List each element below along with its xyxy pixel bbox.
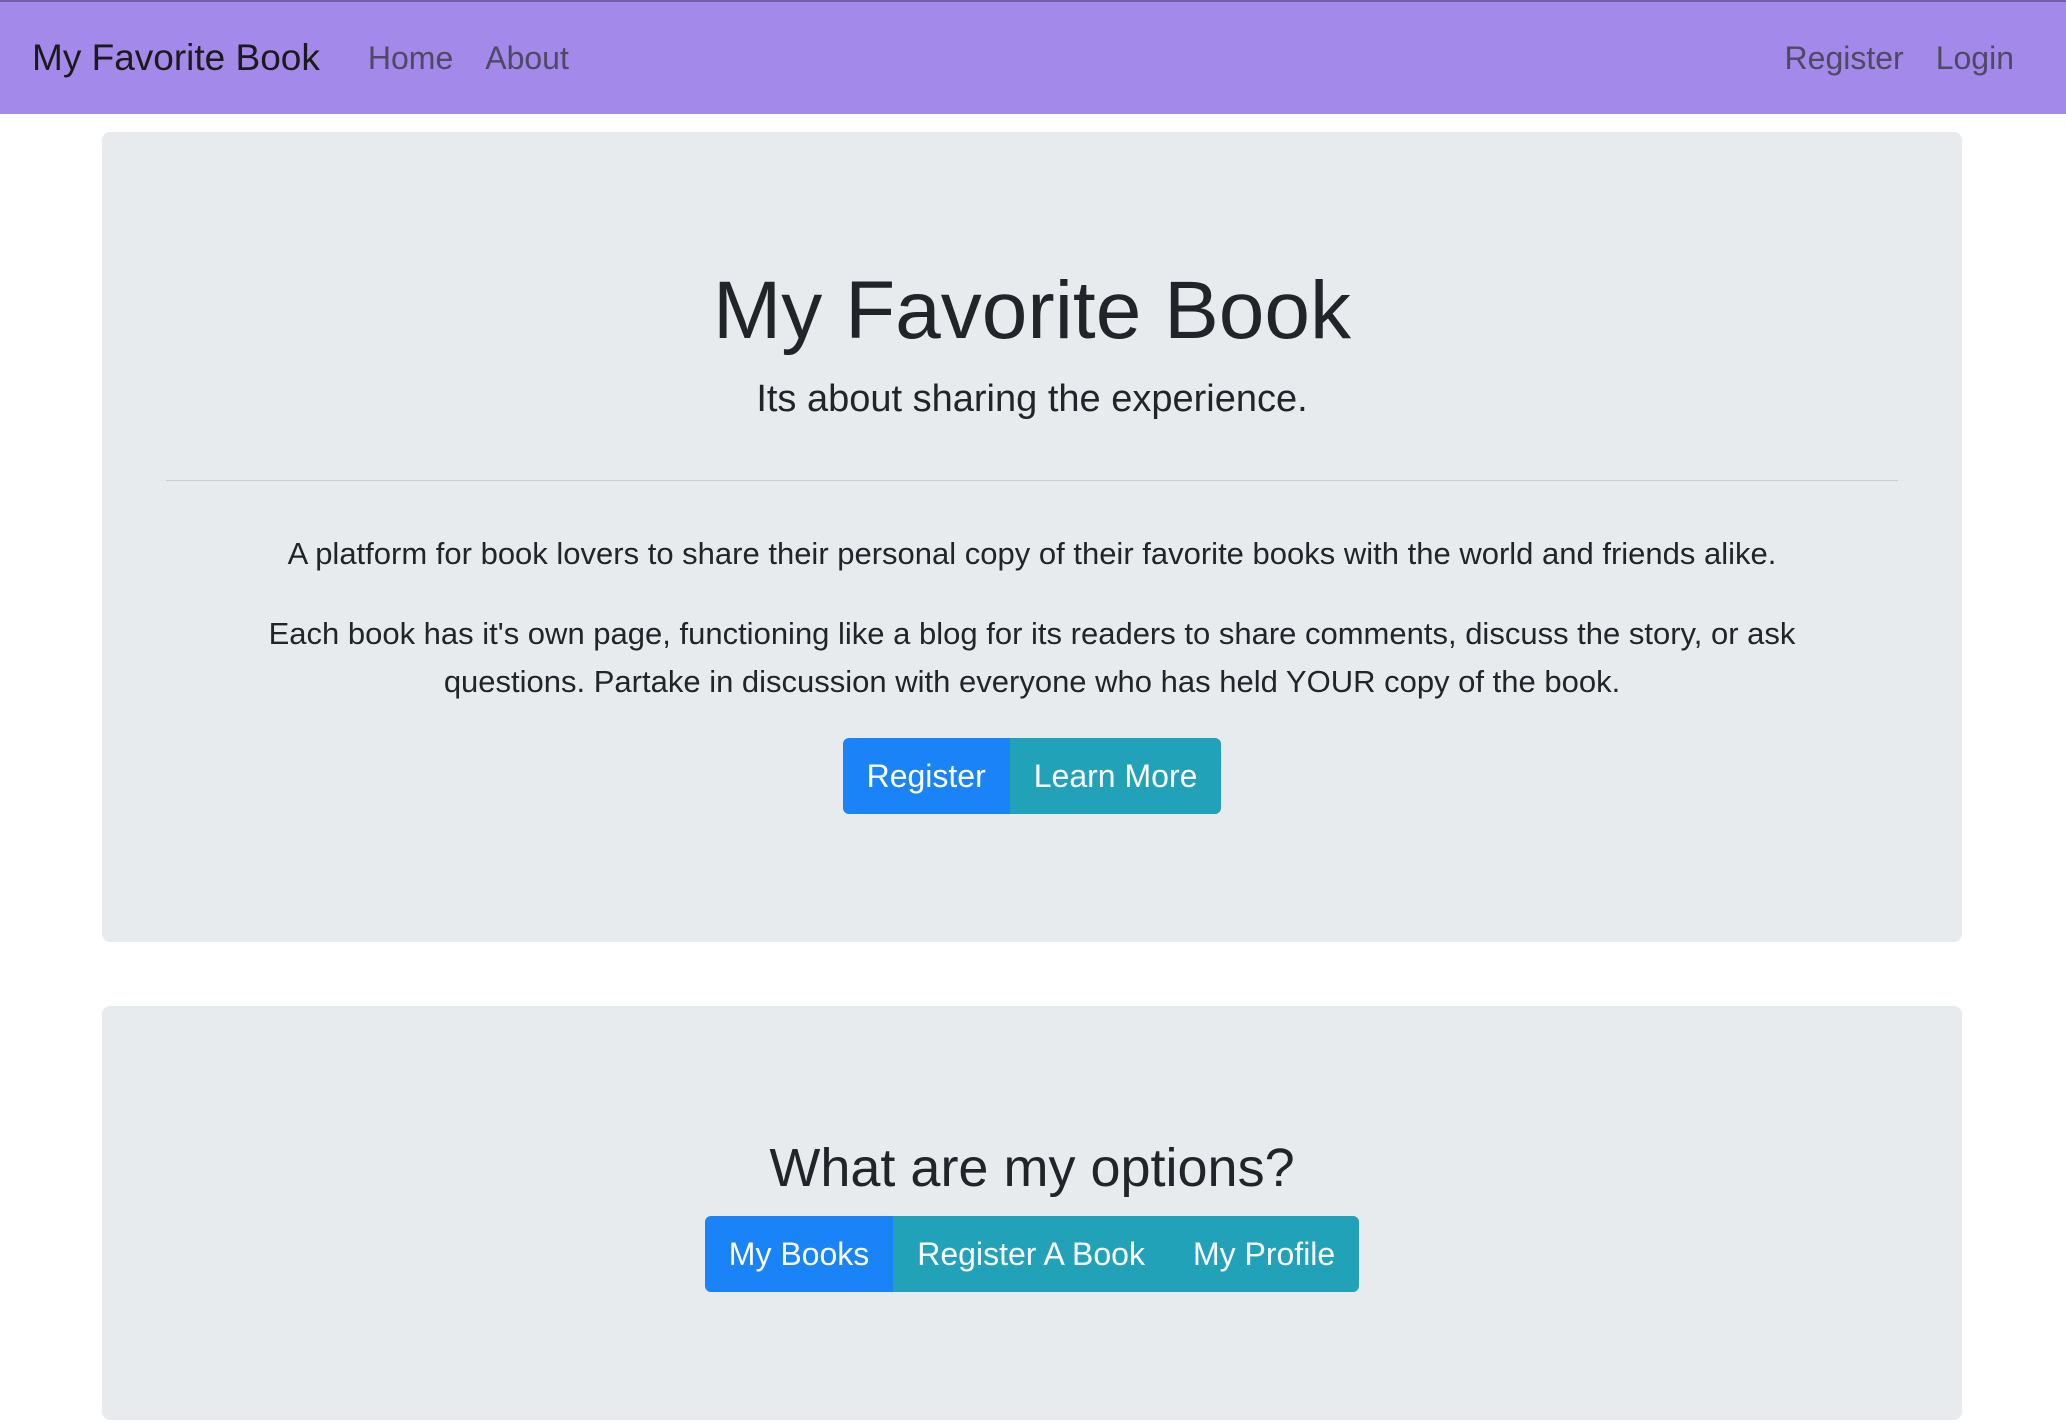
options-title: What are my options? xyxy=(769,1138,1295,1198)
page: My Favorite Book Home About Register Log… xyxy=(0,0,2066,1422)
nav-link-register[interactable]: Register xyxy=(1785,40,1904,77)
hero-title: My Favorite Book xyxy=(713,265,1351,356)
navbar-right-links: Register Login xyxy=(1785,40,2014,77)
learn-more-button[interactable]: Learn More xyxy=(1009,738,1222,814)
my-profile-button[interactable]: My Profile xyxy=(1168,1216,1360,1292)
hero-lead: Its about sharing the experience. xyxy=(756,378,1308,420)
hero-description-2: Each book has it's own page, functioning… xyxy=(268,616,1796,699)
my-books-button[interactable]: My Books xyxy=(704,1216,894,1292)
hero-button-group: Register Learn More xyxy=(102,738,1962,814)
options-jumbotron: What are my options? My Books Register A… xyxy=(102,1006,1962,1420)
options-button-group: My Books Register A Book My Profile xyxy=(102,1216,1962,1292)
navbar: My Favorite Book Home About Register Log… xyxy=(0,0,2066,114)
navbar-left-links: Home About xyxy=(368,40,569,77)
register-a-book-button[interactable]: Register A Book xyxy=(893,1216,1169,1292)
hero-jumbotron: My Favorite Book Its about sharing the e… xyxy=(102,132,1962,942)
hero-description-1: A platform for book lovers to share thei… xyxy=(287,536,1777,571)
navbar-brand-link[interactable]: My Favorite Book xyxy=(32,37,320,79)
hero-divider xyxy=(166,480,1898,481)
register-button[interactable]: Register xyxy=(842,738,1010,814)
nav-link-home[interactable]: Home xyxy=(368,40,453,77)
nav-link-login[interactable]: Login xyxy=(1936,40,2014,77)
nav-link-about[interactable]: About xyxy=(485,40,569,77)
